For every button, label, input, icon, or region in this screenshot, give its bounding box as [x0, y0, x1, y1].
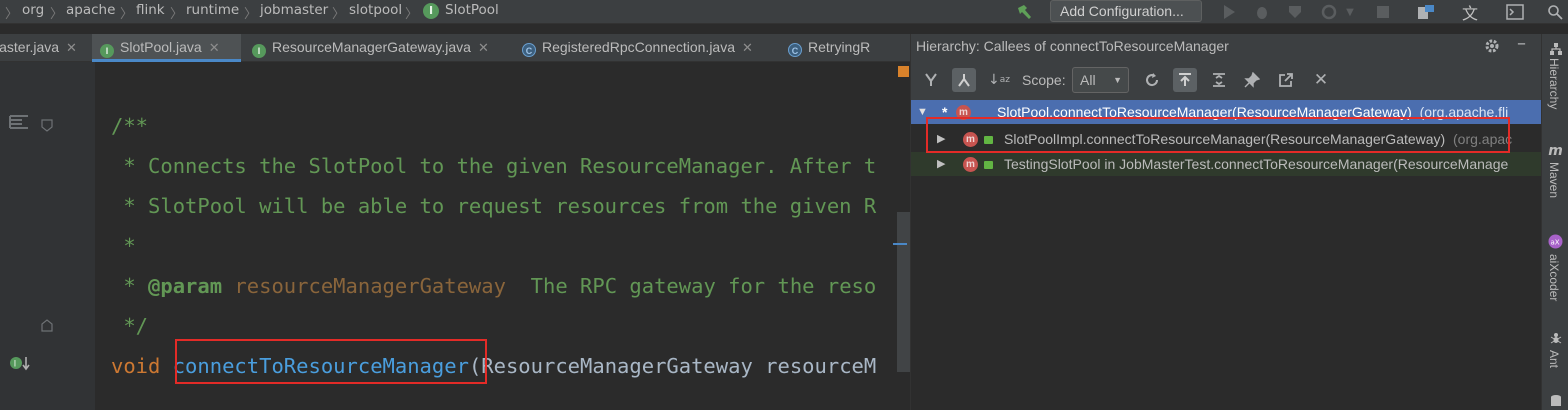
- code-line: *: [111, 234, 136, 258]
- breadcrumb-item-slotpool[interactable]: slotpool: [349, 2, 402, 18]
- autoscroll-to-source-icon[interactable]: [1173, 68, 1197, 92]
- caller-hierarchy-icon[interactable]: [919, 68, 943, 92]
- implemented-by-icon[interactable]: I: [9, 355, 33, 373]
- breadcrumb-item-jobmaster[interactable]: jobmaster: [260, 2, 328, 18]
- tab-retryingregistration-java[interactable]: C RetryingR: [780, 34, 910, 62]
- side-tab-hierarchy[interactable]: Hierarchy: [1547, 58, 1561, 109]
- tab-registeredrpcconnection-java[interactable]: C RegisteredRpcConnection.java ✕: [514, 34, 776, 62]
- tree-row-testingslotpool[interactable]: ▶ m TestingSlotPool in JobMasterTest.con…: [911, 152, 1542, 176]
- export-icon[interactable]: [1274, 68, 1298, 92]
- scope-value: All: [1080, 72, 1096, 88]
- scroll-marker: [893, 243, 907, 245]
- breadcrumb-separator: 〉: [5, 7, 19, 22]
- breadcrumb-current[interactable]: SlotPool: [445, 2, 499, 18]
- abstract-class-icon: C: [788, 43, 802, 57]
- breadcrumb-separator: 〉: [50, 7, 64, 22]
- tree-item-label: TestingSlotPool in JobMasterTest.connect…: [1004, 156, 1509, 172]
- method-name-highlight-box: [175, 339, 487, 384]
- hierarchy-toolbar: ↓ az Scope: All ▼ ✕: [911, 64, 1542, 96]
- terminal-window-icon[interactable]: [1503, 1, 1527, 23]
- editor-tab-strip: laster.java ✕ I SlotPool.java ✕ I ResourceMa…: [0, 34, 910, 62]
- sort-alphabetically-icon[interactable]: ↓ az: [987, 68, 1011, 92]
- interface-icon: I: [252, 44, 266, 58]
- close-icon[interactable]: ✕: [478, 40, 489, 55]
- code-line: * @param resourceManagerGateway The RPC …: [111, 274, 877, 298]
- gear-icon[interactable]: [1483, 37, 1501, 55]
- close-icon[interactable]: ✕: [66, 40, 77, 55]
- chevron-down-icon[interactable]: ▼: [1342, 1, 1358, 23]
- breadcrumb-item-runtime[interactable]: runtime: [186, 2, 239, 18]
- breadcrumb-separator: 〉: [405, 7, 419, 22]
- lock-icon: [984, 161, 993, 169]
- tab-label: ResourceManagerGateway.java: [272, 39, 471, 55]
- database-icon[interactable]: [1548, 394, 1563, 409]
- right-tool-stripe: Hierarchy m Maven aX aiXcoder Ant: [1541, 34, 1568, 410]
- minimize-icon[interactable]: –: [1517, 35, 1535, 54]
- side-tab-aixcoder[interactable]: aiXcoder: [1547, 254, 1561, 301]
- breadcrumb-item-flink[interactable]: flink: [136, 2, 165, 18]
- tab-label: RetryingR: [808, 39, 871, 55]
- hierarchy-icon[interactable]: [1548, 42, 1563, 57]
- abstract-class-icon: C: [522, 43, 536, 57]
- tab-slotpool-java[interactable]: I SlotPool.java ✕: [92, 34, 241, 62]
- build-hammer-icon[interactable]: [1012, 1, 1036, 23]
- code-editor[interactable]: /** * Connects the SlotPool to the given…: [95, 62, 910, 410]
- hierarchy-title: Hierarchy: Callees of connectToResourceM…: [911, 34, 1542, 60]
- callee-hierarchy-icon[interactable]: [952, 68, 976, 92]
- run-icon[interactable]: [1218, 1, 1240, 23]
- interface-icon: I: [100, 44, 114, 58]
- tab-label: laster.java: [0, 39, 60, 55]
- callee-highlight-box: [926, 117, 1510, 153]
- debug-icon[interactable]: [1251, 1, 1273, 23]
- chevron-down-icon: ▼: [1113, 75, 1122, 85]
- svg-text:I: I: [14, 360, 17, 370]
- translate-icon[interactable]: 文: [1458, 1, 1482, 23]
- warning-marker[interactable]: [898, 66, 909, 77]
- editor-gutter: I: [0, 62, 95, 410]
- hierarchy-tool-window: Hierarchy: Callees of connectToResourceM…: [910, 34, 1542, 410]
- ant-icon[interactable]: [1548, 331, 1563, 346]
- code-line: /**: [111, 114, 149, 138]
- aixcoder-icon[interactable]: aX: [1548, 234, 1563, 249]
- method-icon: m: [963, 157, 978, 172]
- scrollbar-thumb[interactable]: [897, 212, 910, 372]
- fold-icon[interactable]: [40, 318, 54, 332]
- side-tab-maven[interactable]: Maven: [1547, 162, 1561, 198]
- profile-icon[interactable]: [1318, 1, 1340, 23]
- tab-label: RegisteredRpcConnection.java: [542, 39, 735, 55]
- interface-icon: I: [423, 3, 439, 19]
- code-line: * SlotPool will be able to request resou…: [111, 194, 877, 218]
- stop-icon[interactable]: [1372, 1, 1394, 23]
- scope-label: Scope:: [1022, 72, 1066, 88]
- coverage-icon[interactable]: [1284, 1, 1306, 23]
- scope-select[interactable]: All ▼: [1072, 67, 1129, 93]
- side-tab-ant[interactable]: Ant: [1547, 350, 1561, 368]
- breadcrumb-separator: 〉: [170, 7, 184, 22]
- pin-icon[interactable]: [1240, 68, 1264, 92]
- breadcrumb-separator: 〉: [244, 7, 258, 22]
- breadcrumb-item-apache[interactable]: apache: [66, 2, 115, 18]
- breadcrumb-separator: 〉: [332, 7, 346, 22]
- maven-icon[interactable]: m: [1548, 144, 1563, 159]
- code-line: */: [111, 314, 149, 338]
- search-icon[interactable]: [1545, 1, 1565, 23]
- tab-resourcemanagergateway-java[interactable]: I ResourceManagerGateway.java ✕: [244, 34, 510, 62]
- close-icon[interactable]: ✕: [1309, 68, 1333, 92]
- breadcrumb-item-org[interactable]: org: [22, 2, 44, 18]
- expand-arrow-icon[interactable]: ▶: [937, 152, 945, 176]
- breadcrumb-separator: 〉: [120, 7, 134, 22]
- render-doc-icon[interactable]: [9, 114, 29, 130]
- tab-jobmaster-java[interactable]: laster.java ✕: [0, 34, 88, 62]
- expand-all-icon[interactable]: [1207, 68, 1231, 92]
- close-icon[interactable]: ✕: [209, 40, 220, 55]
- tab-label: SlotPool.java: [120, 39, 202, 55]
- navigation-bar: 〉 org 〉 apache 〉 flink 〉 runtime 〉 jobma…: [0, 0, 1568, 24]
- svg-text:aX: aX: [1551, 239, 1560, 247]
- close-icon[interactable]: ✕: [742, 40, 753, 55]
- code-line: * Connects the SlotPool to the given Res…: [111, 154, 877, 178]
- project-structure-icon[interactable]: [1414, 1, 1438, 23]
- refresh-icon[interactable]: [1140, 68, 1164, 92]
- add-configuration-button[interactable]: Add Configuration...: [1050, 0, 1202, 22]
- fold-icon[interactable]: [40, 117, 54, 132]
